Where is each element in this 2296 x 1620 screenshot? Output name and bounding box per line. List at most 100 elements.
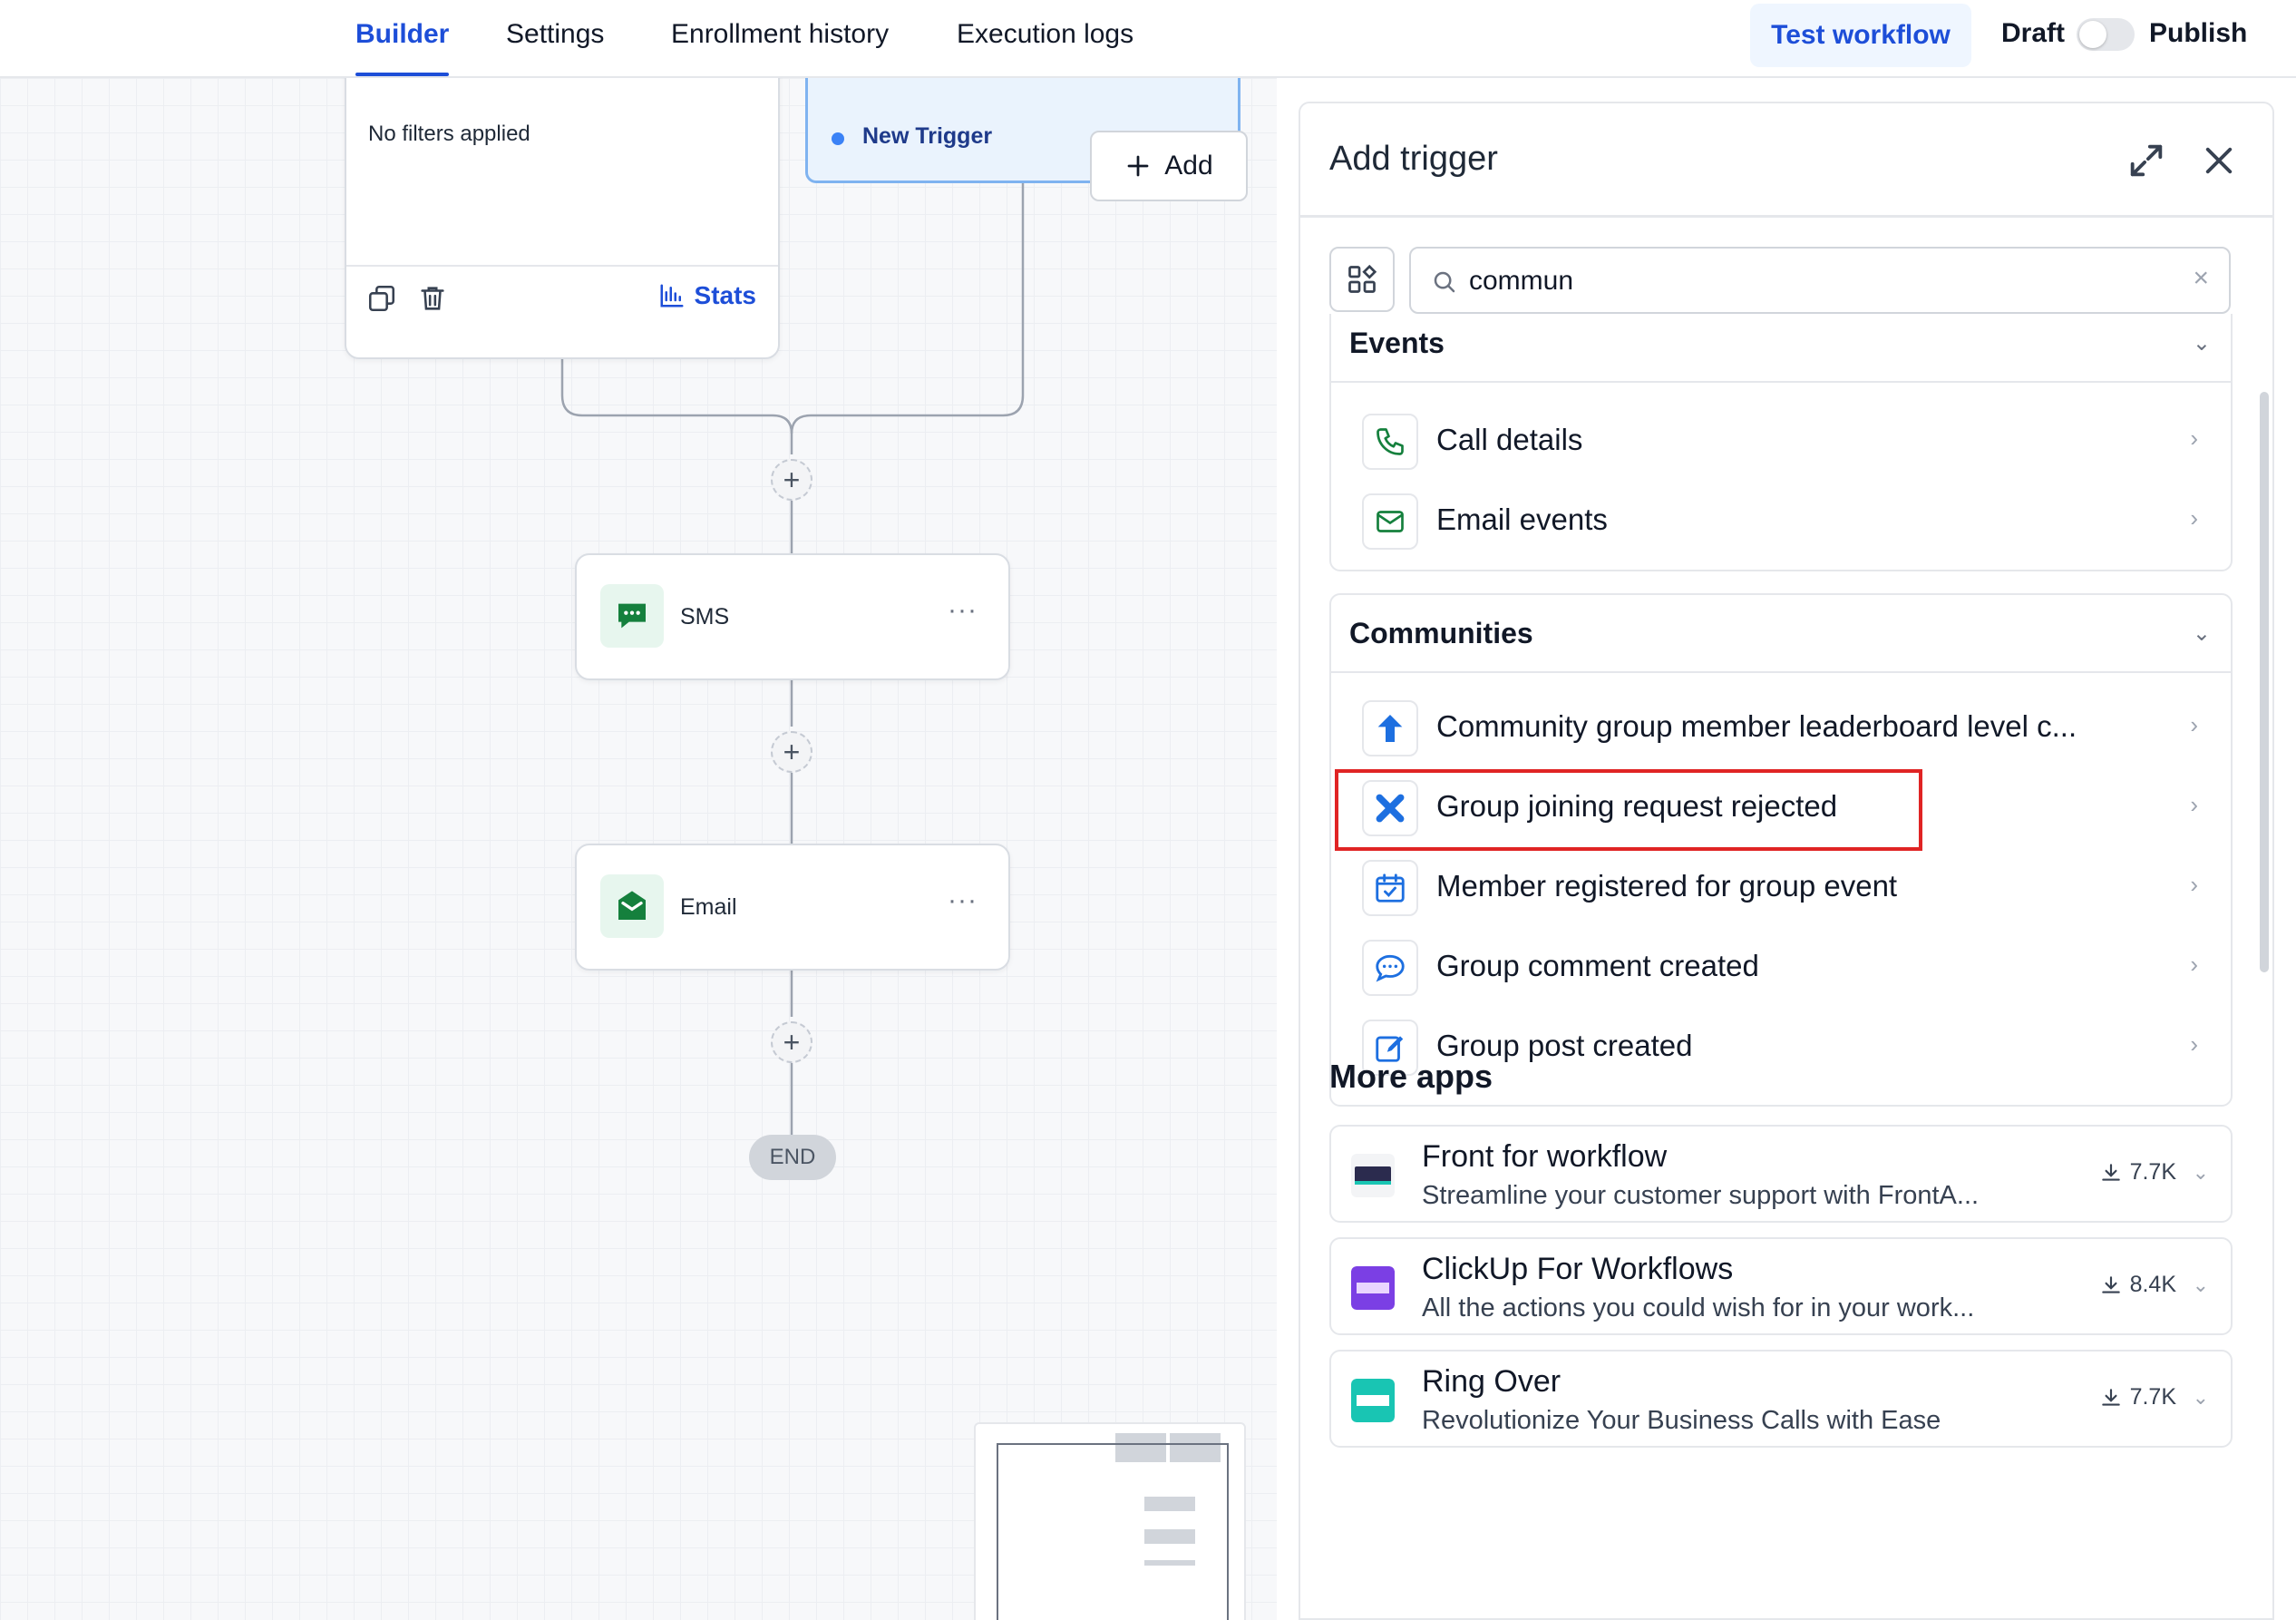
clear-search-icon[interactable]: × [2193,263,2209,294]
chevron-right-icon: › [2190,425,2198,452]
email-action-card[interactable]: Email ··· [575,844,1010,971]
section-events: Events ⌄ Call details › Email events › [1329,314,2233,571]
trigger-label: Community group member leaderboard level… [1436,709,2077,743]
more-apps-heading: More apps [1329,1058,1493,1095]
stats-label: Stats [694,281,756,309]
panel-header: Add trigger [1300,103,2272,218]
panel-scrollbar[interactable] [2260,392,2269,972]
publish-toggle[interactable] [2077,18,2135,51]
download-count-value: 7.7K [2129,1159,2176,1185]
chevron-down-icon[interactable]: ⌄ [2193,1274,2209,1297]
more-options-icon[interactable]: ··· [948,595,978,626]
section-header-communities[interactable]: Communities ⌄ [1331,595,2231,673]
download-count: 7.7K [2099,1384,2176,1410]
chevron-down-icon[interactable]: ⌄ [2193,1386,2209,1410]
highlight-box [1335,769,1922,851]
arrow-up-icon [1362,700,1418,756]
app-title: Front for workflow [1422,1139,1668,1174]
ringover-logo [1351,1379,1395,1422]
trigger-label: Member registered for group event [1436,869,1898,903]
download-count-value: 7.7K [2129,1384,2176,1410]
minimap[interactable] [974,1422,1246,1620]
app-title: Ring Over [1422,1364,1561,1399]
publish-label: Publish [2149,18,2248,48]
filter-status-text: No filters applied [368,122,530,146]
mail-icon [1362,493,1418,550]
section-title: Events [1349,327,1445,359]
app-card-clickup[interactable]: ClickUp For Workflows All the actions yo… [1329,1237,2233,1335]
add-step-button[interactable]: + [771,1021,812,1063]
email-icon [600,874,664,938]
clickup-logo [1351,1266,1395,1310]
panel-title: Add trigger [1329,140,1498,178]
add-step-button[interactable]: + [771,731,812,773]
chevron-right-icon: › [2190,711,2198,738]
tab-enrollment-history[interactable]: Enrollment history [671,0,889,76]
top-bar: Builder Settings Enrollment history Exec… [0,0,2296,78]
add-trigger-panel: Add trigger × Events ⌄ [1299,102,2274,1620]
chevron-right-icon: › [2190,504,2198,532]
card-divider [346,265,778,267]
action-name: SMS [680,604,730,629]
new-trigger-label: New Trigger [862,123,993,149]
filter-card[interactable]: No filters applied Stats [345,78,780,359]
add-label: Add [1164,151,1213,181]
expand-icon[interactable] [2126,140,2167,181]
chevron-down-icon: ⌄ [2192,621,2211,646]
trigger-item-leaderboard-level[interactable]: Community group member leaderboard level… [1331,688,2231,767]
sms-action-card[interactable]: SMS ··· [575,553,1010,680]
phone-icon [1362,414,1418,470]
search-input[interactable] [1469,261,2158,301]
tab-execution-logs[interactable]: Execution logs [957,0,1133,76]
app-description: Streamline your customer support with Fr… [1422,1181,1980,1210]
front-logo [1351,1154,1395,1197]
category-grid-button[interactable] [1329,247,1395,312]
calendar-check-icon [1362,860,1418,916]
minimap-preview [997,1433,1229,1620]
draft-label: Draft [2001,18,2066,48]
stats-button[interactable]: Stats [658,281,756,310]
app-card-front[interactable]: Front for workflow Streamline your custo… [1329,1125,2233,1223]
section-communities: Communities ⌄ Community group member lea… [1329,593,2233,1107]
trigger-item-group-joining-rejected[interactable]: Group joining request rejected › [1331,767,2231,851]
trash-icon[interactable] [417,283,448,314]
section-title: Communities [1349,617,1533,649]
download-icon [2101,1163,2120,1181]
trigger-label: Email events [1436,503,1608,536]
plus-icon [1127,155,1149,177]
trigger-item-email-events[interactable]: Email events › [1331,481,2231,561]
section-header-events[interactable]: Events ⌄ [1331,314,2231,383]
add-step-button[interactable]: + [771,459,812,501]
trigger-dot [832,132,844,145]
tab-settings[interactable]: Settings [506,0,604,76]
trigger-search[interactable]: × [1409,247,2231,314]
chevron-down-icon[interactable]: ⌄ [2193,1161,2209,1185]
trigger-item-group-comment[interactable]: Group comment created › [1331,927,2231,1007]
search-icon [1434,271,1455,293]
close-icon[interactable] [2200,142,2238,180]
chevron-right-icon: › [2190,871,2198,898]
copy-icon[interactable] [366,283,397,314]
chevron-right-icon: › [2190,1030,2198,1058]
sms-icon [600,584,664,648]
trigger-label: Call details [1436,423,1583,456]
trigger-label: Group comment created [1436,949,1759,982]
tab-builder[interactable]: Builder [355,0,450,76]
test-workflow-button[interactable]: Test workflow [1750,4,1971,67]
trigger-item-call-details[interactable]: Call details › [1331,401,2231,481]
download-icon [2101,1275,2120,1293]
trigger-list[interactable]: Events ⌄ Call details › Email events › C… [1300,314,2272,1618]
app-description: All the actions you could wish for in yo… [1422,1293,1975,1322]
app-card-ringover[interactable]: Ring Over Revolutionize Your Business Ca… [1329,1350,2233,1448]
more-options-icon[interactable]: ··· [948,885,978,916]
chevron-right-icon: › [2190,791,2198,818]
download-count: 8.4K [2099,1272,2176,1298]
end-node: END [749,1135,836,1180]
workflow-canvas[interactable]: No filters applied Stats New Trigger Add… [0,78,1277,1620]
download-count: 7.7K [2099,1159,2176,1186]
chevron-right-icon: › [2190,951,2198,978]
bar-chart-icon [660,284,684,307]
download-icon [2101,1388,2120,1406]
add-trigger-button[interactable]: Add [1090,131,1248,201]
trigger-item-member-registered[interactable]: Member registered for group event › [1331,847,2231,927]
